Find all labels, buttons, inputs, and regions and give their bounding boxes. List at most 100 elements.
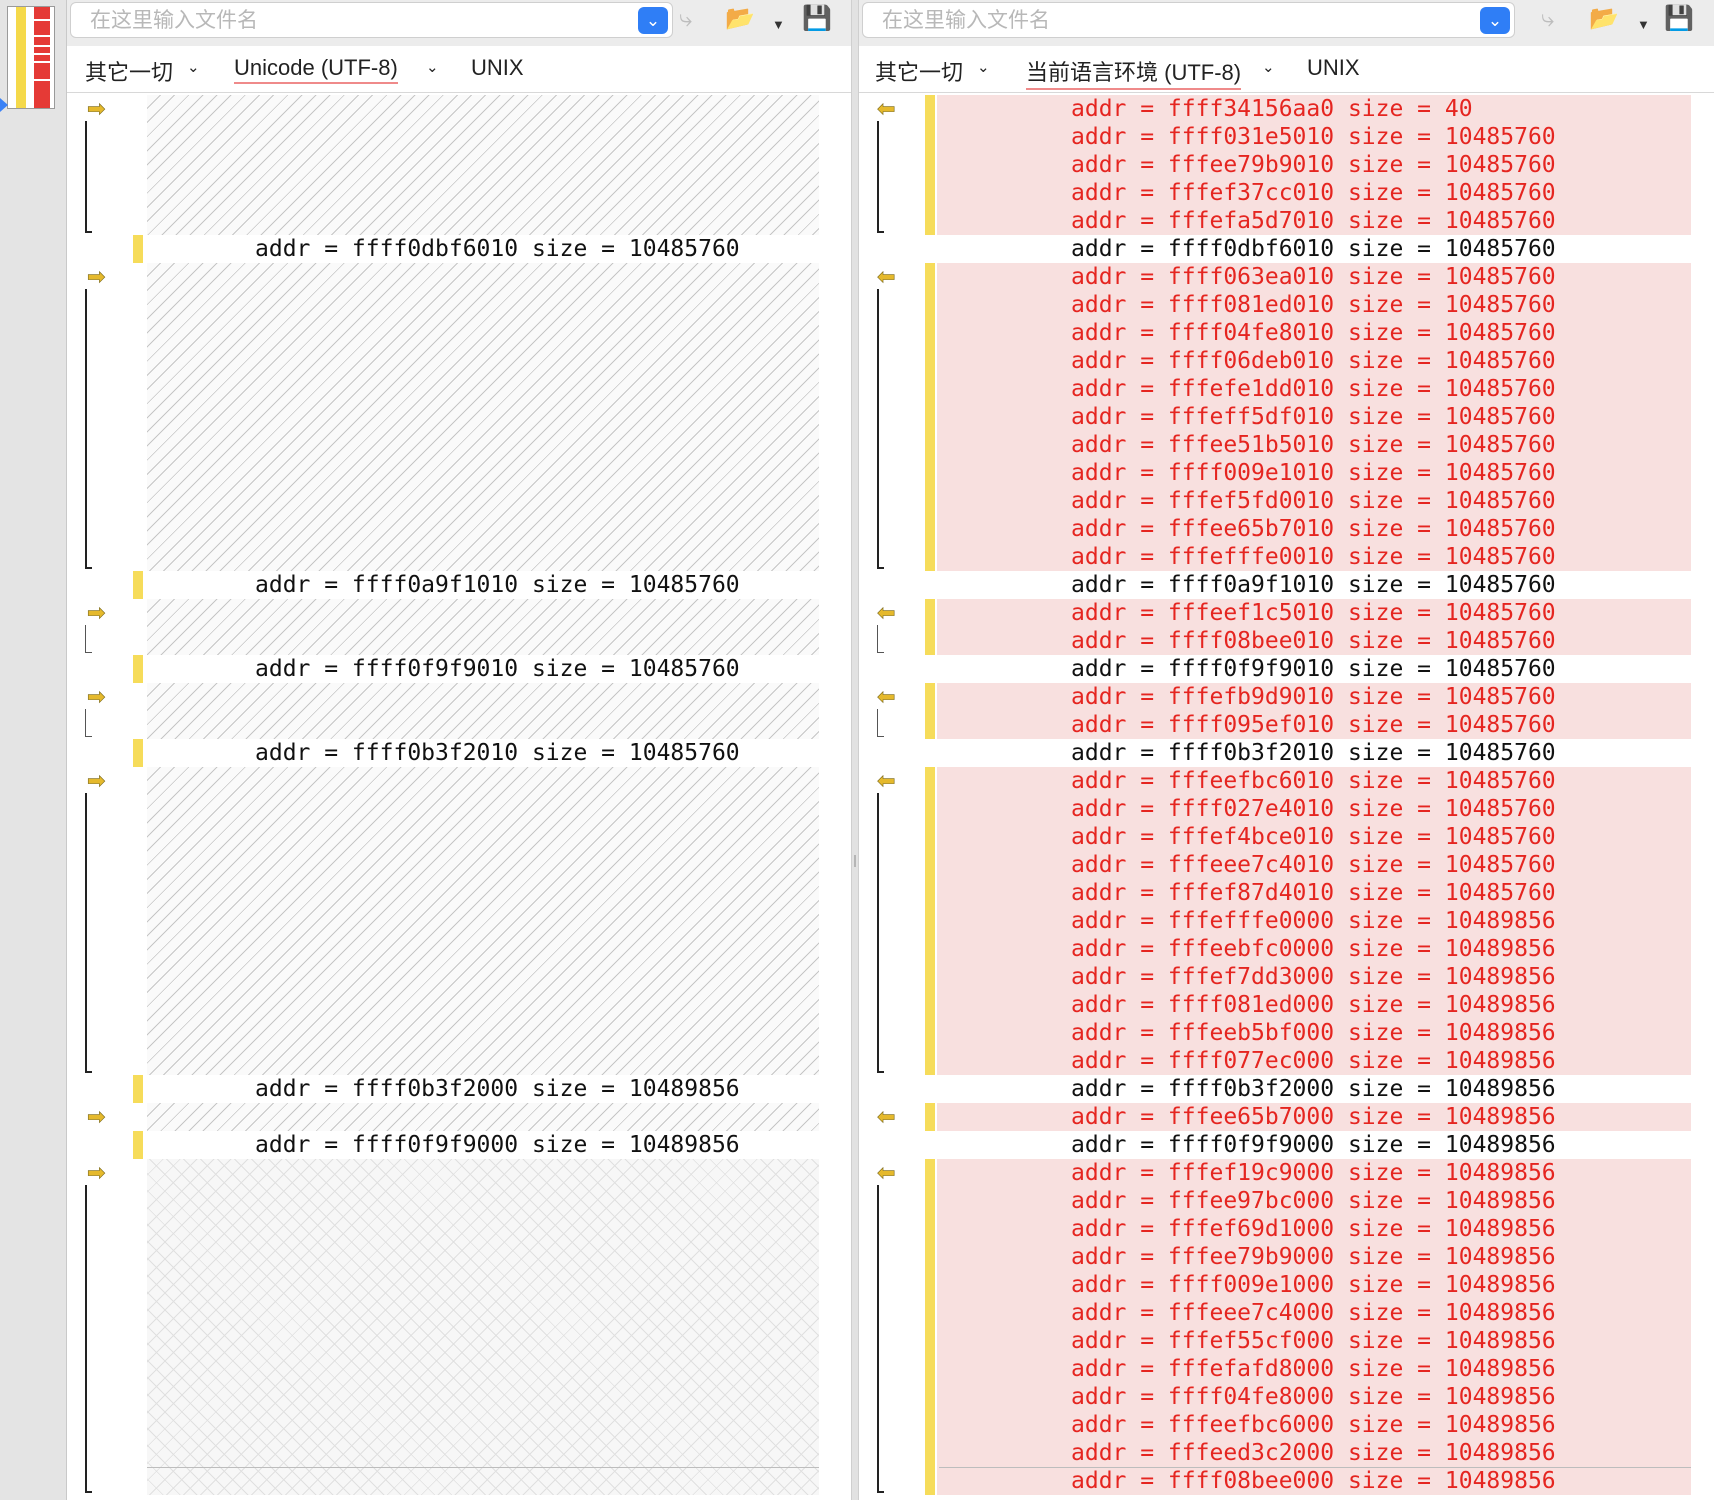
right-diff-line[interactable]: addr = fffee65b7010 size = 10485760 — [937, 515, 1691, 543]
right-diff-line[interactable]: addr = fffee97bc000 size = 10489856 — [937, 1187, 1691, 1215]
right-filename-input[interactable] — [880, 3, 1475, 39]
right-diff-line[interactable]: addr = ffff0a9f1010 size = 10485760 — [937, 571, 1691, 599]
left-diff-line[interactable]: addr = ffff0f9f9010 size = 10485760 — [145, 655, 819, 683]
right-diff-line[interactable]: addr = fffeff5df010 size = 10485760 — [937, 403, 1691, 431]
right-diff-line[interactable]: addr = ffff0b3f2000 size = 10489856 — [937, 1075, 1691, 1103]
right-diff-line[interactable]: addr = ffff0f9f9010 size = 10485760 — [937, 655, 1691, 683]
right-diff-line[interactable]: addr = fffeefbc6010 size = 10485760 — [937, 767, 1691, 795]
right-line-endings[interactable]: UNIX — [1307, 55, 1360, 81]
right-diff-line[interactable]: addr = fffeefbc6000 size = 10489856 — [937, 1411, 1691, 1439]
left-diff-line[interactable]: addr = ffff0b3f2010 size = 10485760 — [145, 739, 819, 767]
chevron-down-icon[interactable]: ⌄ — [187, 58, 200, 76]
right-diff-line[interactable]: addr = ffff0dbf6010 size = 10485760 — [937, 235, 1691, 263]
right-diff-line[interactable]: addr = fffef4bce010 size = 10485760 — [937, 823, 1691, 851]
left-filename-box[interactable]: ⌄ — [70, 2, 673, 39]
right-diff-line[interactable]: addr = fffef7dd3000 size = 10489856 — [937, 963, 1691, 991]
right-diff-line[interactable]: addr = fffeee7c4000 size = 10489856 — [937, 1299, 1691, 1327]
chevron-down-icon[interactable]: ⌄ — [1262, 58, 1275, 76]
copy-to-right-arrow-icon[interactable]: ➡ — [87, 265, 106, 288]
right-diff-line[interactable]: addr = fffee65b7000 size = 10489856 — [937, 1103, 1691, 1131]
diff-overview-strip[interactable] — [0, 0, 67, 1500]
right-diff-line[interactable]: addr = fffefafd8000 size = 10489856 — [937, 1355, 1691, 1383]
right-diff-line[interactable]: addr = ffff027e4010 size = 10485760 — [937, 795, 1691, 823]
copy-to-right-arrow-icon[interactable]: ➡ — [87, 601, 106, 624]
copy-to-left-arrow-icon[interactable]: ⬅ — [877, 685, 896, 708]
apply-merge-icon[interactable]: ⤷ — [679, 4, 692, 34]
copy-to-right-arrow-icon[interactable]: ➡ — [87, 769, 106, 792]
left-diff-line[interactable]: addr = ffff0a9f1010 size = 10485760 — [145, 571, 819, 599]
right-editor[interactable]: addr = ffff34156aa0 size = 40 addr = ffff… — [859, 93, 1714, 1500]
right-diff-line[interactable]: addr = ffff04fe8000 size = 10489856 — [937, 1383, 1691, 1411]
right-diff-line[interactable]: addr = fffeee7c4010 size = 10485760 — [937, 851, 1691, 879]
right-diff-line[interactable]: addr = fffeebfc0000 size = 10489856 — [937, 935, 1691, 963]
copy-to-right-arrow-icon[interactable]: ➡ — [87, 1161, 106, 1184]
right-diff-line[interactable]: addr = ffff08bee010 size = 10485760 — [937, 627, 1691, 655]
copy-to-left-arrow-icon[interactable]: ⬅ — [877, 97, 896, 120]
left-diff-line[interactable]: addr = ffff0dbf6010 size = 10485760 — [145, 235, 819, 263]
right-diff-line[interactable]: addr = ffff077ec000 size = 10489856 — [937, 1047, 1691, 1075]
right-diff-line[interactable]: addr = fffee79b9010 size = 10485760 — [937, 151, 1691, 179]
save-icon[interactable]: 💾 — [802, 4, 832, 34]
left-line-endings[interactable]: UNIX — [471, 55, 524, 81]
right-file-type[interactable]: 其它一切 — [875, 55, 963, 87]
right-diff-line[interactable]: addr = ffff04fe8010 size = 10485760 — [937, 319, 1691, 347]
right-diff-line[interactable]: addr = fffef55cf000 size = 10489856 — [937, 1327, 1691, 1355]
right-diff-line[interactable]: addr = fffef37cc010 size = 10485760 — [937, 179, 1691, 207]
left-encoding[interactable]: Unicode (UTF-8) — [234, 55, 398, 84]
chevron-down-icon[interactable]: ⌄ — [977, 58, 990, 76]
chevron-down-icon[interactable]: ⌄ — [1480, 7, 1510, 34]
left-diff-line[interactable]: addr = ffff0b3f2000 size = 10489856 — [145, 1075, 819, 1103]
right-diff-line[interactable]: addr = ffff095ef010 size = 10485760 — [937, 711, 1691, 739]
copy-to-right-arrow-icon[interactable]: ➡ — [87, 685, 106, 708]
right-diff-line[interactable]: addr = ffff063ea010 size = 10485760 — [937, 263, 1691, 291]
right-diff-line[interactable]: addr = ffff08bee000 size = 10489856 — [937, 1467, 1691, 1495]
copy-to-left-arrow-icon[interactable]: ⬅ — [877, 601, 896, 624]
right-diff-line[interactable]: addr = ffff031e5010 size = 10485760 — [937, 123, 1691, 151]
right-diff-line[interactable]: addr = ffff081ed010 size = 10485760 — [937, 291, 1691, 319]
diff-overview-thumbnail[interactable] — [7, 6, 55, 109]
folder-open-icon[interactable]: 📂 — [725, 4, 755, 34]
apply-merge-icon[interactable]: ⤷ — [1541, 4, 1554, 34]
right-diff-line[interactable]: addr = ffff0f9f9000 size = 10489856 — [937, 1131, 1691, 1159]
copy-to-left-arrow-icon[interactable]: ⬅ — [877, 265, 896, 288]
right-diff-line[interactable]: addr = fffef69d1000 size = 10489856 — [937, 1215, 1691, 1243]
right-diff-line[interactable]: addr = fffef87d4010 size = 10485760 — [937, 879, 1691, 907]
right-diff-line[interactable]: addr = fffefa5d7010 size = 10485760 — [937, 207, 1691, 235]
divider-grip[interactable] — [854, 855, 856, 867]
right-encoding[interactable]: 当前语言环境 (UTF-8) — [1026, 55, 1242, 90]
left-editor[interactable]: addr = ffff0dbf6010 size = 10485760 addr … — [67, 93, 851, 1500]
left-filename-input[interactable] — [88, 3, 633, 39]
folder-menu-chevron-icon[interactable]: ▼ — [772, 10, 785, 40]
copy-to-right-arrow-icon[interactable]: ➡ — [87, 1105, 106, 1128]
copy-to-left-arrow-icon[interactable]: ⬅ — [877, 1105, 896, 1128]
right-diff-line[interactable]: addr = fffefffe0000 size = 10489856 — [937, 907, 1691, 935]
copy-to-left-arrow-icon[interactable]: ⬅ — [877, 1161, 896, 1184]
chevron-down-icon[interactable]: ⌄ — [638, 7, 668, 34]
folder-open-icon[interactable]: 📂 — [1589, 4, 1619, 34]
right-diff-line[interactable]: addr = fffefb9d9010 size = 10485760 — [937, 683, 1691, 711]
right-diff-line[interactable]: addr = fffefe1dd010 size = 10485760 — [937, 375, 1691, 403]
copy-to-right-arrow-icon[interactable]: ➡ — [87, 97, 106, 120]
copy-to-left-arrow-icon[interactable]: ⬅ — [877, 769, 896, 792]
right-diff-line[interactable]: addr = fffeef1c5010 size = 10485760 — [937, 599, 1691, 627]
right-diff-line[interactable]: addr = fffeed3c2000 size = 10489856 — [937, 1439, 1691, 1467]
folder-menu-chevron-icon[interactable]: ▼ — [1637, 10, 1650, 40]
right-diff-line[interactable]: addr = fffefffe0010 size = 10485760 — [937, 543, 1691, 571]
left-diff-line[interactable]: addr = ffff0f9f9000 size = 10489856 — [145, 1131, 819, 1159]
left-file-type[interactable]: 其它一切 — [85, 55, 173, 87]
right-diff-line[interactable]: addr = fffef5fd0010 size = 10485760 — [937, 487, 1691, 515]
right-diff-line[interactable]: addr = ffff06deb010 size = 10485760 — [937, 347, 1691, 375]
right-filename-box[interactable]: ⌄ — [862, 2, 1515, 39]
right-diff-line[interactable]: addr = ffff009e1000 size = 10489856 — [937, 1271, 1691, 1299]
right-diff-line[interactable]: addr = fffeeb5bf000 size = 10489856 — [937, 1019, 1691, 1047]
pane-divider[interactable] — [851, 0, 859, 1500]
right-diff-line[interactable]: addr = fffee51b5010 size = 10485760 — [937, 431, 1691, 459]
chevron-down-icon[interactable]: ⌄ — [426, 58, 439, 76]
right-diff-line[interactable]: addr = ffff34156aa0 size = 40 — [937, 95, 1691, 123]
right-diff-line[interactable]: addr = ffff009e1010 size = 10485760 — [937, 459, 1691, 487]
right-diff-line[interactable]: addr = ffff081ed000 size = 10489856 — [937, 991, 1691, 1019]
right-diff-line[interactable]: addr = fffee79b9000 size = 10489856 — [937, 1243, 1691, 1271]
right-diff-line[interactable]: addr = ffff0b3f2010 size = 10485760 — [937, 739, 1691, 767]
right-diff-line[interactable]: addr = fffef19c9000 size = 10489856 — [937, 1159, 1691, 1187]
save-icon[interactable]: 💾 — [1664, 4, 1694, 34]
